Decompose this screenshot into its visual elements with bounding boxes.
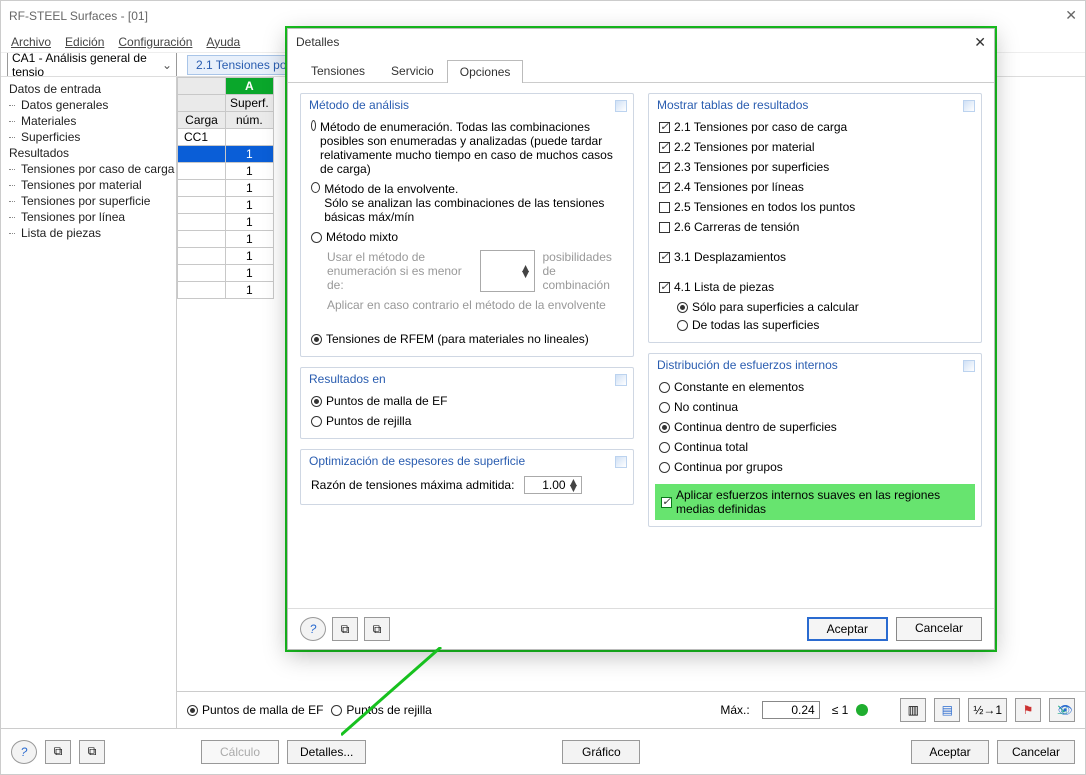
dialog-title: Detalles [296, 35, 339, 49]
optim-label: Razón de tensiones máxima admitida: [311, 478, 514, 492]
radio-enum[interactable]: Método de enumeración. Todas las combina… [311, 120, 623, 176]
group-dist: Distribución de esfuerzos internos [649, 354, 981, 374]
status-ok-icon [856, 704, 868, 716]
menu-file[interactable]: Archivo [11, 35, 51, 49]
grid-lower-toolbar: Puntos de malla de EF Puntos de rejilla … [177, 691, 1085, 728]
max-label: Máx.: [720, 703, 749, 717]
chk-smooth[interactable]: Aplicar esfuerzos internos suaves en las… [661, 488, 969, 516]
dlg-tool-1[interactable]: ⧉ [332, 617, 358, 641]
tree-item[interactable]: Lista de piezas [3, 225, 174, 241]
dlg-cancel-button[interactable]: Cancelar [896, 617, 982, 641]
tree-item[interactable]: Materiales [3, 113, 174, 129]
tree-item[interactable]: Tensiones por material [3, 177, 174, 193]
group-results-in: Resultados en [301, 368, 633, 388]
col-A: A [226, 78, 274, 95]
max-limit: ≤ 1 [832, 703, 849, 717]
tool-btn-3[interactable]: ½→1 [968, 698, 1007, 722]
details-dialog: Detalles ✕ Tensiones Servicio Opciones M… [287, 28, 995, 650]
tree-item[interactable]: Datos generales [3, 97, 174, 113]
tree-results[interactable]: Resultados [3, 145, 174, 161]
chk-25[interactable]: 2.5 Tensiones en todos los puntos [659, 200, 971, 214]
cell-cc1: CC1 [178, 129, 226, 146]
case-combo-label: CA1 - Análisis general de tensio [12, 53, 162, 77]
tree-item[interactable]: Tensiones por línea [3, 209, 174, 225]
tab-servicio[interactable]: Servicio [378, 59, 447, 82]
group-tables: Mostrar tablas de resultados [649, 94, 981, 114]
tree-item[interactable]: Tensiones por superficie [3, 193, 174, 209]
menu-edit[interactable]: Edición [65, 35, 104, 49]
chk-22[interactable]: 2.2 Tensiones por material [659, 140, 971, 154]
dlg-help-icon[interactable]: ? [300, 617, 326, 641]
radio-fe[interactable]: Puntos de malla de EF [311, 394, 623, 408]
dialog-close-icon[interactable]: ✕ [974, 34, 986, 51]
window-title: RF-STEEL Surfaces - [01] [9, 9, 148, 23]
col-load: Carga [178, 112, 226, 129]
eye-icon[interactable]: 👁 [1058, 703, 1073, 717]
chk-21[interactable]: 2.1 Tensiones por caso de carga [659, 120, 971, 134]
details-button[interactable]: Detalles... [287, 740, 366, 764]
mixed-spin: ▲▼ [480, 250, 535, 292]
tool-btn-1[interactable]: ▥ [900, 698, 926, 722]
nav-tree: Datos de entrada Datos generales Materia… [1, 77, 177, 728]
tree-item[interactable]: Tensiones por caso de carga [3, 161, 174, 177]
radio-contgrp[interactable]: Continua por grupos [659, 460, 971, 474]
group-optim: Optimización de espesores de superficie [301, 450, 633, 470]
chk-24[interactable]: 2.4 Tensiones por líneas [659, 180, 971, 194]
help-icon[interactable]: ? [11, 740, 37, 764]
radio-nocont[interactable]: No continua [659, 400, 971, 414]
tree-entry[interactable]: Datos de entrada [3, 81, 174, 97]
chk-31[interactable]: 3.1 Desplazamientos [659, 250, 971, 264]
case-combo[interactable]: CA1 - Análisis general de tensio⌄ [7, 53, 177, 77]
radio-envelope[interactable]: Método de la envolvente. Sólo se analiza… [311, 182, 623, 224]
tool-b[interactable]: ⧉ [79, 740, 105, 764]
col-num: núm. [226, 112, 274, 129]
optim-spin[interactable]: 1.00▲▼ [524, 476, 582, 494]
radio-surf-all[interactable]: De todas las superficies [677, 318, 971, 332]
tree-item[interactable]: Superficies [3, 129, 174, 145]
tool-btn-2[interactable]: ▤ [934, 698, 960, 722]
tab-opciones[interactable]: Opciones [447, 60, 524, 83]
radio-conttot[interactable]: Continua total [659, 440, 971, 454]
dlg-ok-button[interactable]: Aceptar [807, 617, 888, 641]
chk-41[interactable]: 4.1 Lista de piezas [659, 280, 971, 294]
menu-help[interactable]: Ayuda [206, 35, 240, 49]
radio-gr[interactable]: Puntos de rejilla [311, 414, 623, 428]
menu-config[interactable]: Configuración [118, 35, 192, 49]
group-method: Método de análisis [301, 94, 633, 114]
tool-btn-4[interactable]: ⚑ [1015, 698, 1041, 722]
radio-surf-calc[interactable]: Sólo para superficies a calcular [677, 300, 971, 314]
max-value: 0.24 [762, 701, 820, 719]
radio-contsurf[interactable]: Continua dentro de superficies [659, 420, 971, 434]
chk-26[interactable]: 2.6 Carreras de tensión [659, 220, 971, 234]
radio-const[interactable]: Constante en elementos [659, 380, 971, 394]
col-surf: Superf. [226, 95, 274, 112]
calc-button[interactable]: Cálculo [201, 740, 279, 764]
ok-button[interactable]: Aceptar [911, 740, 989, 764]
chevron-down-icon: ⌄ [162, 58, 172, 72]
radio-fe-points[interactable]: Puntos de malla de EF [187, 703, 323, 717]
cell-val: 1 [226, 146, 274, 163]
radio-mixed[interactable]: Método mixto [311, 230, 623, 244]
close-icon[interactable]: ✕ [1065, 7, 1077, 24]
chk-23[interactable]: 2.3 Tensiones por superficies [659, 160, 971, 174]
graph-button[interactable]: Gráfico [562, 740, 640, 764]
radio-grid-points[interactable]: Puntos de rejilla [331, 703, 431, 717]
tab-tensiones[interactable]: Tensiones [298, 59, 378, 82]
dlg-tool-2[interactable]: ⧉ [364, 617, 390, 641]
cancel-button[interactable]: Cancelar [997, 740, 1075, 764]
radio-rfem[interactable]: Tensiones de RFEM (para materiales no li… [311, 332, 623, 346]
tool-a[interactable]: ⧉ [45, 740, 71, 764]
